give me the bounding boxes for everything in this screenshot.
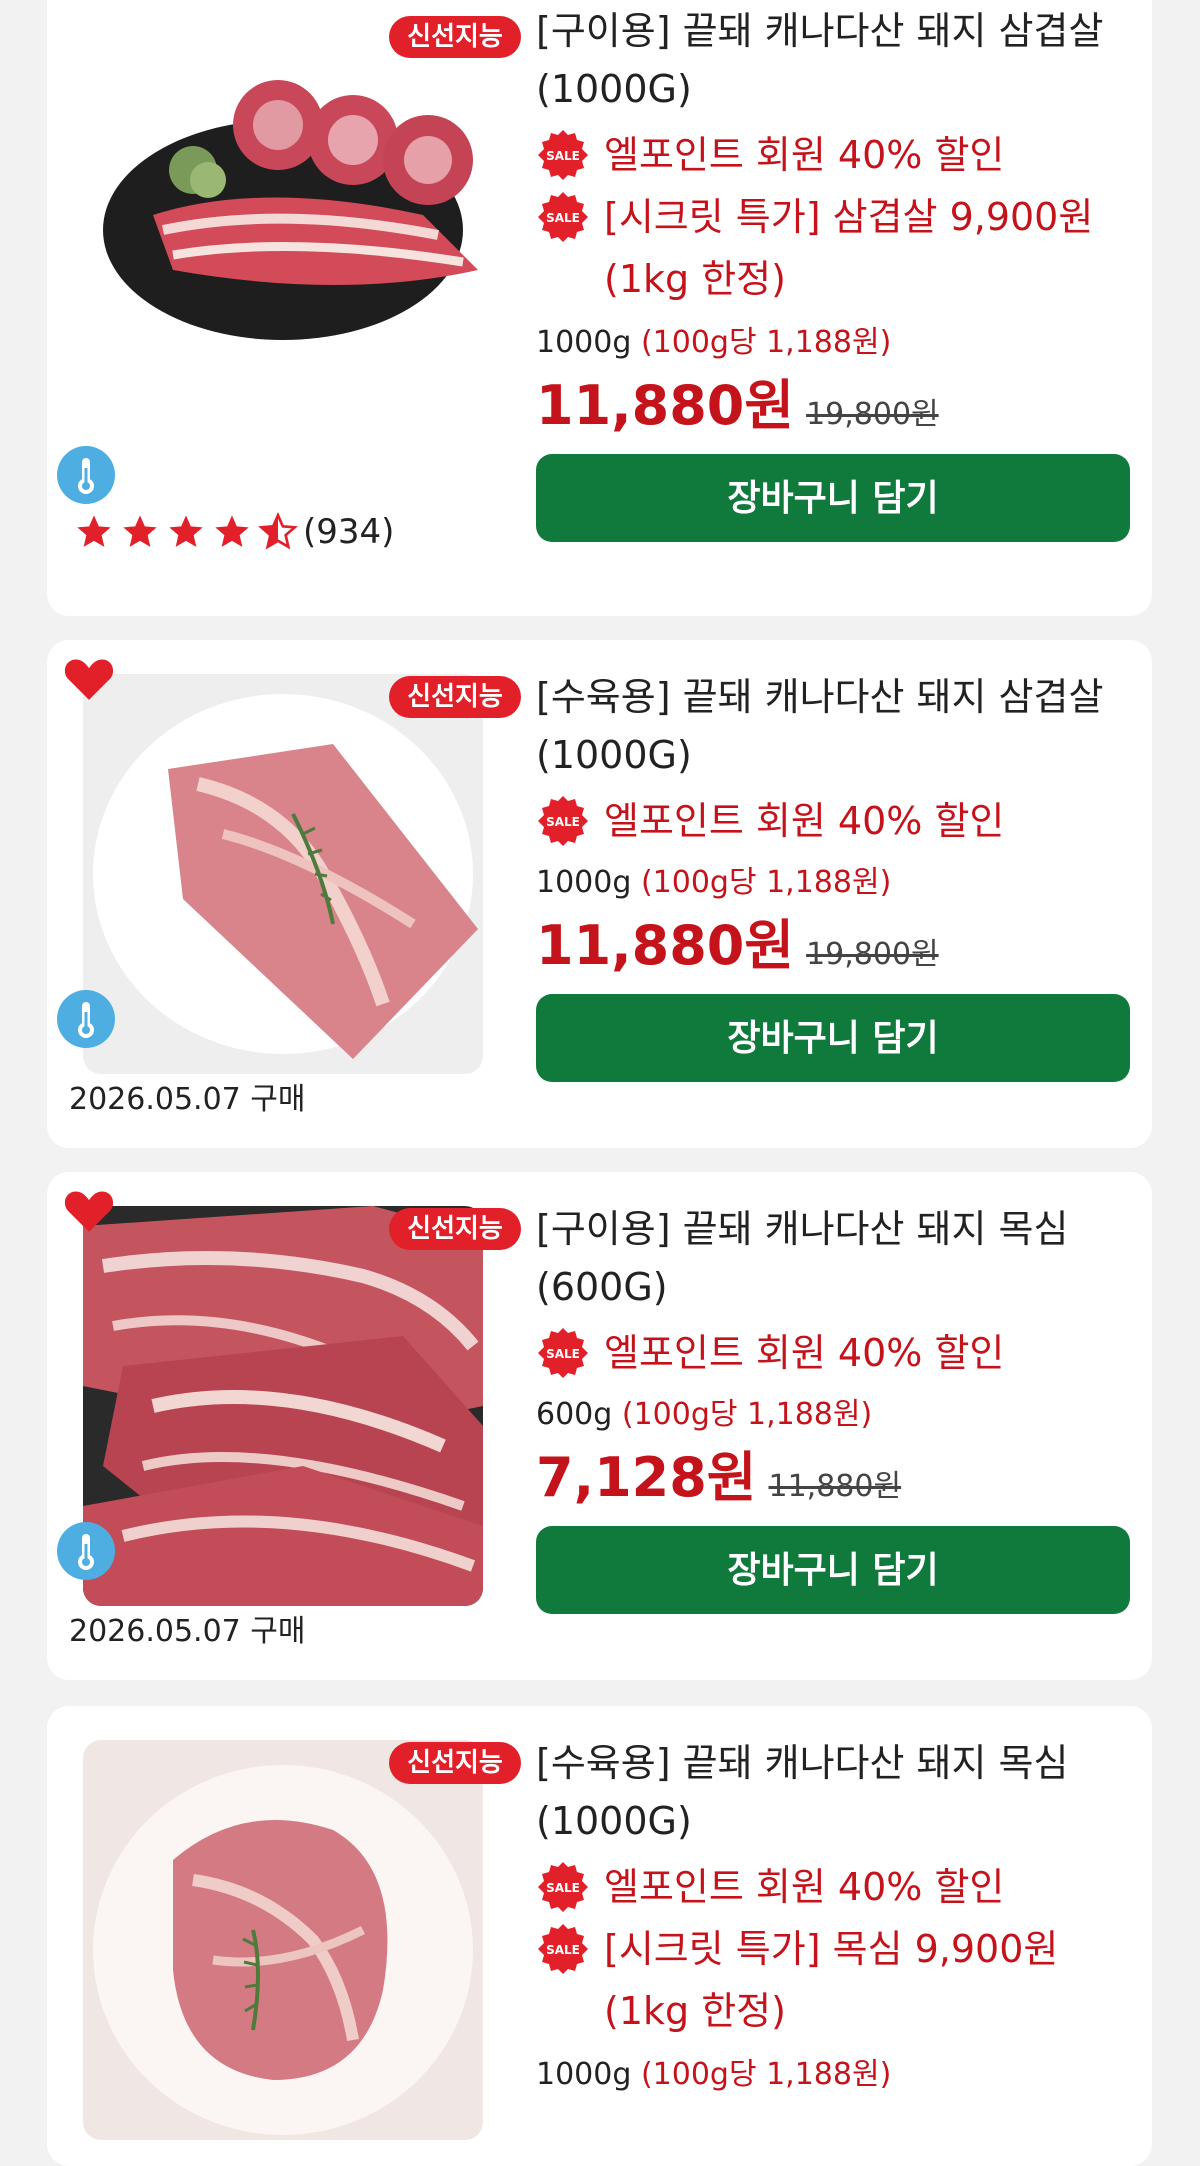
product-info: [수육용] 끝돼 캐나다산 돼지 목심 (1000G) SALE 엘포인트 회원… — [536, 1734, 1126, 2102]
star-icon — [123, 515, 157, 547]
sale-price: 11,880원 — [536, 914, 795, 977]
weight-info: 1000g (100g당 1,188원) — [536, 856, 1126, 910]
unit-price: (100g당 1,188원) — [640, 865, 892, 900]
sale-icon: SALE — [538, 1924, 588, 1974]
product-info: [구이용] 끝돼 캐나다산 돼지 삼겹살 (1000G) SALE 엘포인트 회… — [536, 2, 1130, 542]
purchase-date: 2026.05.07 구매 — [69, 1082, 306, 1117]
svg-text:SALE: SALE — [546, 1347, 580, 1361]
product-card[interactable]: 신선지능 (934) [구이용] 끝돼 캐나다산 돼지 삼겹살 (1000G) … — [47, 0, 1152, 616]
product-card[interactable]: 신선지능 2026.05.07 구매 [구이용] 끝돼 캐나다산 돼지 목심 (… — [47, 1172, 1152, 1680]
promo-text: 엘포인트 회원 40% 할인 — [604, 799, 1005, 843]
sale-icon: SALE — [538, 130, 588, 180]
svg-text:SALE: SALE — [546, 815, 580, 829]
promo-text: 엘포인트 회원 40% 할인 — [604, 1865, 1005, 1909]
weight: 600g — [536, 1397, 613, 1432]
star-icon — [77, 515, 111, 547]
promo-line: SALE [시크릿 특가] 삼겹살 9,900원 (1kg 한정) — [536, 186, 1126, 310]
product-title[interactable]: [구이용] 끝돼 캐나다산 돼지 목심 (600G) — [536, 1200, 1126, 1316]
unit-price: (100g당 1,188원) — [621, 1397, 873, 1432]
purchase-date: 2026.05.07 구매 — [69, 1614, 306, 1649]
promo-line: SALE 엘포인트 회원 40% 할인 — [536, 1856, 1126, 1918]
product-title[interactable]: [수육용] 끝돼 캐나다산 돼지 목심 (1000G) — [536, 1734, 1126, 1850]
weight-info: 600g (100g당 1,188원) — [536, 1388, 1126, 1442]
svg-text:SALE: SALE — [546, 149, 580, 163]
svg-text:SALE: SALE — [546, 1881, 580, 1895]
price-row: 11,880원 19,800원 — [536, 910, 1126, 982]
weight-info: 1000g (100g당 1,188원) — [536, 316, 1126, 370]
product-card[interactable]: 신선지능 2026.05.07 구매 [수육용] 끝돼 캐나다산 돼지 삼겹살 … — [47, 640, 1152, 1148]
promo-line: SALE 엘포인트 회원 40% 할인 — [536, 1322, 1126, 1384]
sale-icon: SALE — [538, 796, 588, 846]
sale-icon: SALE — [538, 1862, 588, 1912]
fresh-badge: 신선지능 — [389, 676, 521, 718]
half-star-icon — [258, 512, 298, 550]
fresh-badge: 신선지능 — [389, 1742, 521, 1784]
sale-icon: SALE — [538, 1328, 588, 1378]
star-icon — [169, 515, 203, 547]
thermometer-icon — [57, 990, 115, 1048]
product-card[interactable]: 신선지능 [수육용] 끝돼 캐나다산 돼지 목심 (1000G) SALE 엘포… — [47, 1706, 1152, 2166]
price-row: 7,128원 11,880원 — [536, 1442, 1126, 1514]
promo-line: SALE 엘포인트 회원 40% 할인 — [536, 124, 1126, 186]
sale-price: 7,128원 — [536, 1446, 757, 1509]
thermometer-icon — [57, 1522, 115, 1580]
fresh-badge: 신선지능 — [389, 1208, 521, 1250]
product-info: [수육용] 끝돼 캐나다산 돼지 삼겹살 (1000G) SALE 엘포인트 회… — [536, 668, 1130, 1082]
promo-text: 엘포인트 회원 40% 할인 — [604, 133, 1005, 177]
add-to-cart-button[interactable]: 장바구니 담기 — [536, 454, 1130, 542]
original-price: 11,880원 — [768, 1469, 902, 1504]
original-price: 19,800원 — [806, 937, 939, 972]
unit-price: (100g당 1,188원) — [640, 2057, 892, 2092]
svg-text:SALE: SALE — [546, 211, 580, 225]
fresh-badge: 신선지능 — [389, 16, 521, 58]
weight: 1000g — [536, 865, 632, 900]
promo-line: SALE [시크릿 특가] 목심 9,900원 (1kg 한정) — [536, 1918, 1126, 2042]
price-row: 11,880원 19,800원 — [536, 370, 1126, 442]
promo-line: SALE 엘포인트 회원 40% 할인 — [536, 790, 1126, 852]
heart-icon[interactable] — [62, 1186, 116, 1234]
review-count[interactable]: (934) — [303, 512, 394, 552]
product-image[interactable] — [83, 1206, 483, 1606]
promo-text: [시크릿 특가] 목심 9,900원 (1kg 한정) — [604, 1927, 1059, 2033]
product-image[interactable] — [83, 1740, 483, 2140]
add-to-cart-button[interactable]: 장바구니 담기 — [536, 994, 1130, 1082]
sale-price: 11,880원 — [536, 374, 795, 437]
promo-text: 엘포인트 회원 40% 할인 — [604, 1331, 1005, 1375]
weight: 1000g — [536, 325, 632, 360]
product-info: [구이용] 끝돼 캐나다산 돼지 목심 (600G) SALE 엘포인트 회원 … — [536, 1200, 1130, 1614]
product-title[interactable]: [수육용] 끝돼 캐나다산 돼지 삼겹살 (1000G) — [536, 668, 1126, 784]
product-image[interactable] — [83, 674, 483, 1074]
weight-info: 1000g (100g당 1,188원) — [536, 2048, 1126, 2102]
original-price: 19,800원 — [806, 397, 939, 432]
rating: (934) — [73, 512, 394, 552]
thermometer-icon — [57, 446, 115, 504]
add-to-cart-button[interactable]: 장바구니 담기 — [536, 1526, 1130, 1614]
heart-icon[interactable] — [62, 654, 116, 702]
svg-text:SALE: SALE — [546, 1943, 580, 1957]
star-icon — [215, 515, 249, 547]
promo-text: [시크릿 특가] 삼겹살 9,900원 (1kg 한정) — [604, 195, 1094, 301]
unit-price: (100g당 1,188원) — [640, 325, 892, 360]
sale-icon: SALE — [538, 192, 588, 242]
product-title[interactable]: [구이용] 끝돼 캐나다산 돼지 삼겹살 (1000G) — [536, 2, 1126, 118]
weight: 1000g — [536, 2057, 632, 2092]
